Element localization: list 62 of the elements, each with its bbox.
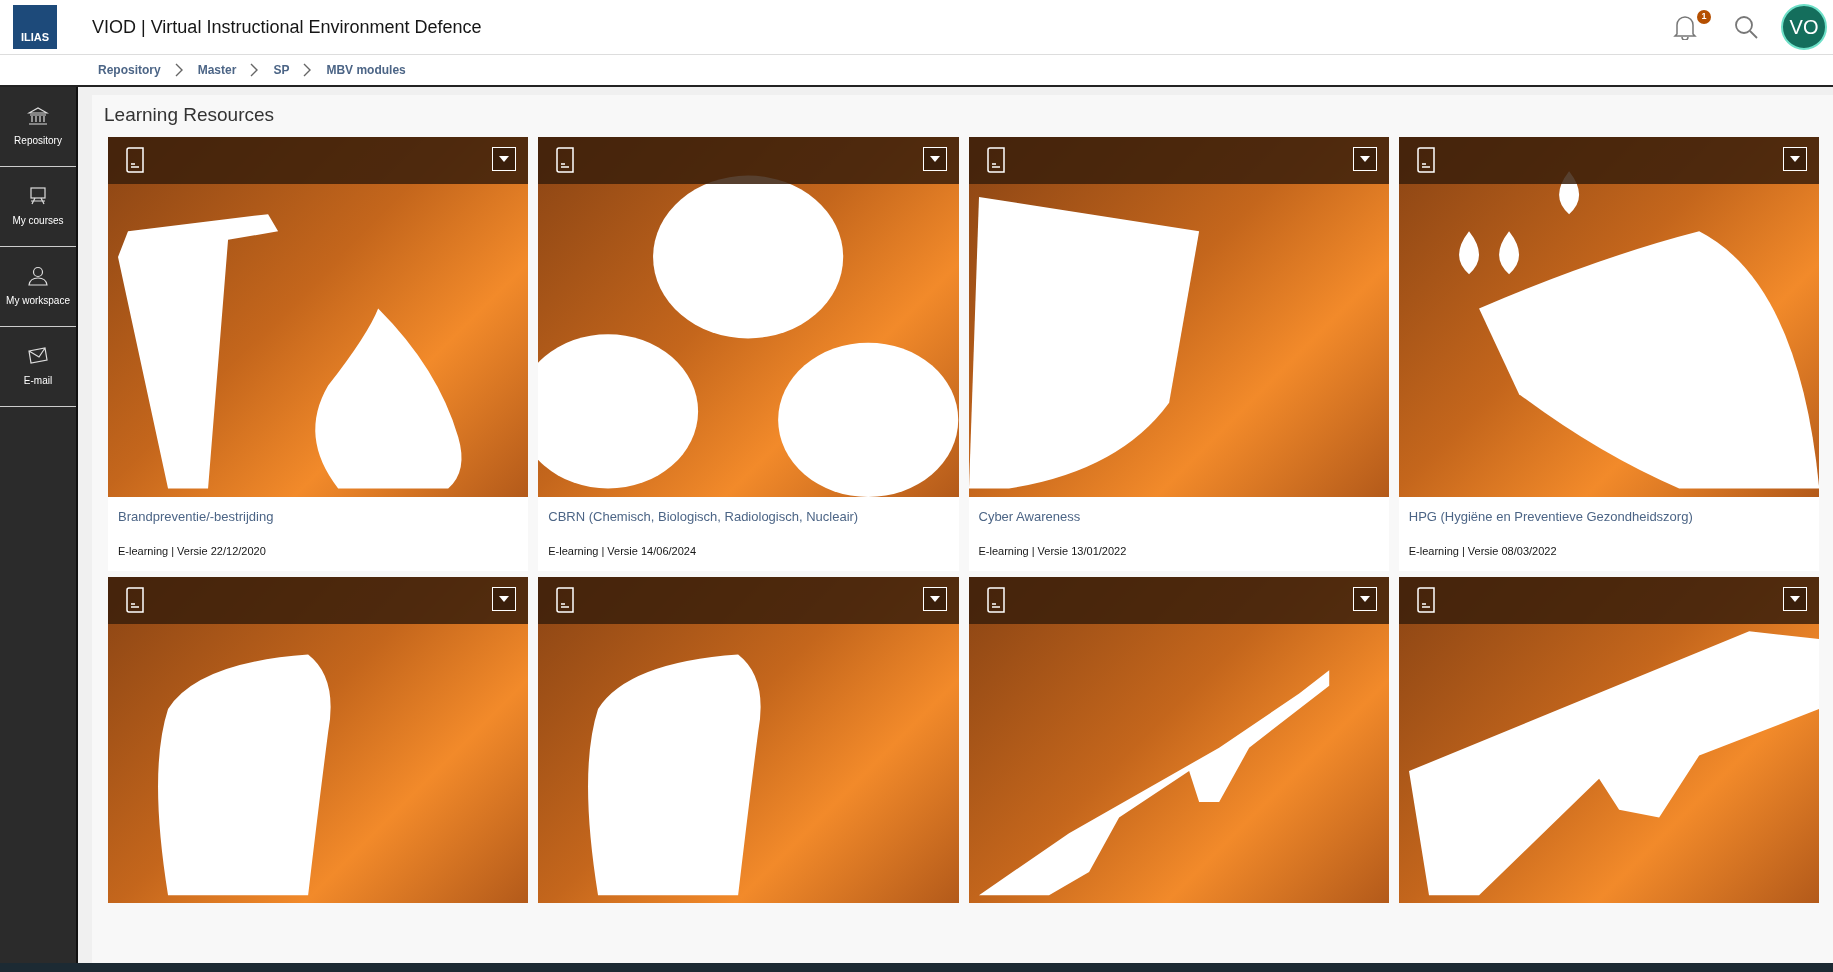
learning-resource-card[interactable]: HPG (Hygiëne en Preventieve Gezondheidszorg) E-learning | Versie 08/03/2022 [1398,137,1819,571]
learning-resource-card[interactable] [108,577,529,903]
document-icon [555,147,576,173]
user-avatar[interactable]: VO [1781,4,1827,50]
notification-bell-icon[interactable] [1673,14,1697,40]
learning-resource-card[interactable]: CBRN (Chemisch, Biologisch, Radiologisch, Nucleair) E-learning | Versie 14/06/2024 [538,137,959,571]
document-icon [985,587,1006,613]
breadcrumb-link[interactable]: Repository [98,61,161,79]
learning-resource-card[interactable] [968,577,1389,903]
actions-dropdown-button[interactable] [1783,147,1807,171]
caret-down-icon [499,156,510,162]
actions-dropdown-button[interactable] [492,587,517,611]
caret-down-icon [929,596,940,602]
document-icon [985,147,1006,173]
notification-count: 1 [1697,10,1711,24]
envelope-icon [27,345,49,367]
logo[interactable]: ILIAS [13,5,57,49]
breadcrumb-link[interactable]: MBV modules [326,61,406,79]
chevron-right-icon [303,63,313,77]
caret-down-icon [1359,596,1370,602]
document-icon [555,587,576,613]
document-icon [125,587,145,613]
caret-down-icon [1790,596,1800,602]
sidebar-item[interactable]: My courses [0,167,76,247]
breadcrumb-link[interactable]: SP [273,61,290,79]
sidebar-item[interactable]: E-mail [0,327,76,407]
card-meta: E-learning | Versie 22/12/2020 [118,543,267,559]
actions-dropdown-button[interactable] [1783,587,1807,611]
actions-dropdown-button[interactable] [922,147,947,171]
chevron-right-icon [174,63,184,77]
card-meta: E-learning | Versie 13/01/2022 [978,543,1128,559]
learning-resource-card[interactable]: Cyber Awareness E-learning | Versie 13/01/2022 [968,137,1389,571]
bank-icon [27,105,49,127]
actions-dropdown-button[interactable] [1352,587,1377,611]
document-icon [1415,147,1436,173]
search-icon[interactable] [1733,14,1759,40]
learning-resource-card[interactable]: Brandpreventie/-bestrijding E-learning | Versie 22/12/2020 [108,137,529,571]
actions-dropdown-button[interactable] [922,587,947,611]
actions-dropdown-button[interactable] [1352,147,1377,171]
easel-icon [27,185,49,207]
caret-down-icon [1790,156,1800,162]
document-icon [1415,587,1436,613]
breadcrumb-link[interactable]: Master [197,61,237,79]
sidebar-item[interactable]: My workspace [0,247,76,327]
person-icon [27,265,49,287]
caret-down-icon [929,156,940,162]
learning-resource-card[interactable] [1398,577,1819,903]
card-meta: E-learning | Versie 08/03/2022 [1408,543,1558,559]
card-title[interactable]: HPG (Hygiëne en Preventieve Gezondheidszorg) [1408,507,1809,527]
site-title: VIOD | Virtual Instructional Environment Defence [92,15,482,39]
card-title[interactable]: Cyber Awareness [978,507,1379,527]
chevron-right-icon [250,63,260,77]
card-meta: E-learning | Versie 14/06/2024 [548,543,698,559]
learning-resource-card[interactable] [538,577,959,903]
card-title[interactable]: Brandpreventie/-bestrijding [118,507,519,527]
sidebar-item[interactable]: Repository [0,87,76,167]
section-title: Learning Resources [103,103,276,127]
caret-down-icon [1359,156,1370,162]
actions-dropdown-button[interactable] [492,147,517,171]
caret-down-icon [499,596,510,602]
document-icon [125,147,145,173]
card-title[interactable]: CBRN (Chemisch, Biologisch, Radiologisch, Nucleair) [548,507,949,527]
